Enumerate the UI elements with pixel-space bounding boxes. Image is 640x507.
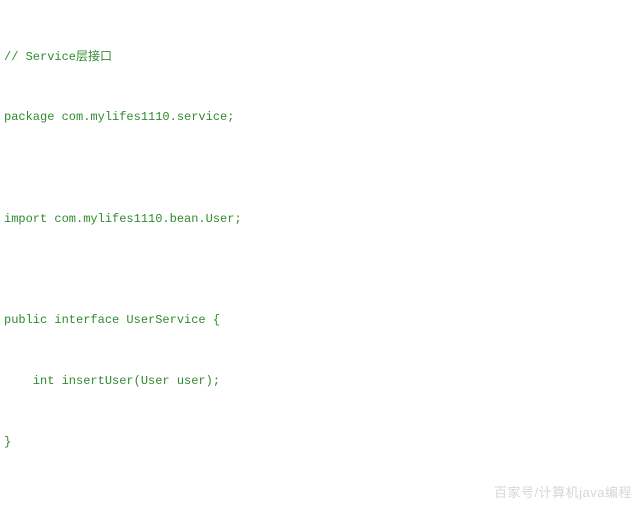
code-line: import com.mylifes1110.bean.User; [4, 209, 636, 229]
code-line: int insertUser(User user); [4, 371, 636, 391]
code-line: package com.mylifes1110.service; [4, 107, 636, 127]
code-line: } [4, 432, 636, 452]
code-line: // Service层接口 [4, 47, 636, 67]
code-block: // Service层接口 package com.mylifes1110.se… [0, 0, 640, 507]
code-line: public interface UserService { [4, 310, 636, 330]
